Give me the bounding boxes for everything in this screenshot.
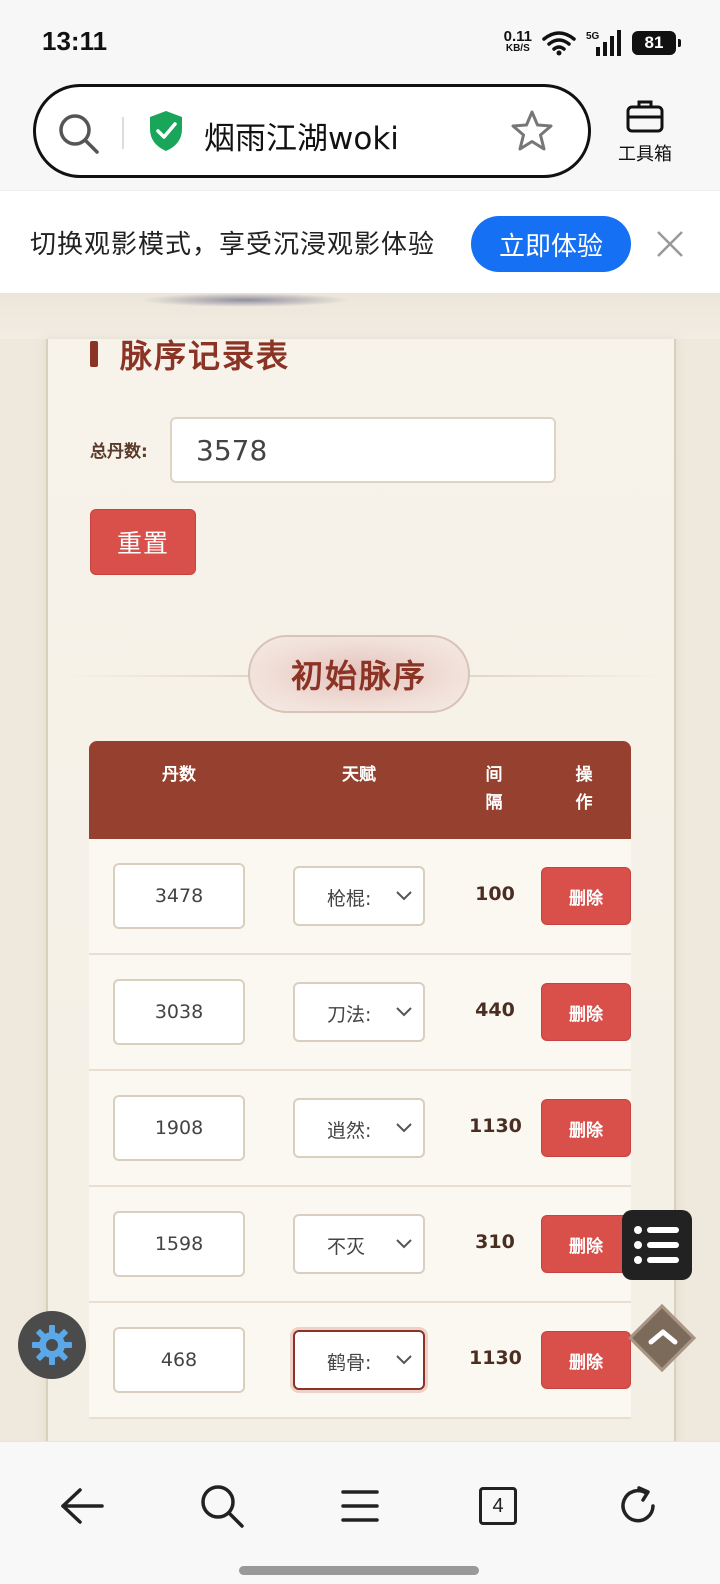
talent-select-value: 不灭 [327, 1236, 366, 1258]
header-dan: 丹数 [162, 765, 196, 785]
page-content: 脉序记录表 总丹数: 重置 初始脉序 丹数 天赋 间隔 操作 3478 枪棍: … [0, 293, 720, 1449]
toolbox-label: 工具箱 [618, 144, 672, 165]
talent-select[interactable]: 逍然: [293, 1098, 425, 1158]
gear-icon [32, 1325, 72, 1365]
dan-input[interactable]: 3478 [113, 863, 245, 929]
ink-decoration [140, 293, 350, 307]
settings-button[interactable] [18, 1311, 86, 1379]
interval-value: 1130 [469, 1115, 522, 1137]
order-table: 丹数 天赋 间隔 操作 3478 枪棍: 100 删除 3038 刀法: 440… [89, 741, 631, 1419]
list-icon [634, 1226, 679, 1264]
table-row: 1908 逍然: 1130 删除 [89, 1071, 631, 1187]
section-title: 脉序记录表 [120, 337, 291, 375]
delete-button[interactable]: 删除 [541, 1331, 631, 1389]
refresh-icon [621, 1486, 655, 1523]
record-card: 脉序记录表 总丹数: 重置 初始脉序 丹数 天赋 间隔 操作 3478 枪棍: … [46, 337, 676, 1449]
signal-5g-icon: 5G [586, 30, 621, 56]
talent-select-value: 枪棍: [327, 888, 372, 910]
chevron-up-icon [648, 1329, 678, 1345]
chevron-down-icon [396, 891, 412, 901]
header-strip [0, 293, 720, 339]
bottom-navigation: 4 [0, 1441, 720, 1584]
menu-button[interactable] [330, 1476, 390, 1536]
status-icons: 0.11 KB/S 5G 81 [503, 28, 681, 58]
header-tian: 天赋 [342, 765, 376, 785]
arrow-left-icon [61, 1488, 104, 1524]
viewing-mode-banner: 切换观影模式，享受沉浸观影体验 立即体验 [0, 190, 720, 293]
interval-value: 1130 [469, 1347, 522, 1369]
reset-button[interactable]: 重置 [90, 509, 196, 575]
table-row: 468 鹤骨: 1130 删除 [89, 1303, 631, 1419]
url-title[interactable]: 烟雨江湖woki [204, 113, 399, 158]
status-bar: 13:11 0.11 KB/S 5G 81 [0, 0, 720, 80]
table-row: 3478 枪棍: 100 删除 [89, 839, 631, 955]
hamburger-icon [341, 1490, 379, 1522]
interval-value: 440 [475, 999, 515, 1021]
dan-input[interactable]: 3038 [113, 979, 245, 1045]
delete-button[interactable]: 删除 [541, 983, 631, 1041]
tabs-count: 4 [479, 1487, 517, 1525]
refresh-button[interactable] [608, 1476, 668, 1536]
star-icon[interactable] [510, 109, 554, 153]
wifi-icon [542, 31, 576, 56]
talent-select[interactable]: 不灭 [293, 1214, 425, 1274]
svg-text:5G: 5G [586, 31, 600, 42]
dan-input[interactable]: 1598 [113, 1211, 245, 1277]
nav-search-button[interactable] [192, 1476, 252, 1536]
interval-value: 100 [475, 883, 515, 905]
header-jian: 间隔 [485, 765, 503, 813]
back-button[interactable] [52, 1476, 112, 1536]
search-icon [201, 1485, 244, 1528]
close-icon[interactable] [655, 229, 685, 259]
talent-select-value: 逍然: [327, 1120, 372, 1142]
table-header: 丹数 天赋 间隔 操作 [89, 741, 631, 839]
total-dan-label: 总丹数: [90, 442, 148, 462]
dan-input[interactable]: 1908 [113, 1095, 245, 1161]
chevron-down-icon [396, 1123, 412, 1133]
browser-toolbar: 烟雨江湖woki 工具箱 [0, 80, 720, 190]
floating-menu-button[interactable] [622, 1210, 692, 1280]
table-row: 3038 刀法: 440 删除 [89, 955, 631, 1071]
tabs-button[interactable]: 4 [468, 1476, 528, 1536]
talent-select-value: 鹤骨: [327, 1352, 372, 1374]
header-cao: 操作 [575, 765, 593, 813]
delete-button[interactable]: 删除 [541, 867, 631, 925]
chevron-down-icon [396, 1007, 412, 1017]
try-now-button[interactable]: 立即体验 [471, 216, 631, 272]
toolbox-icon [626, 100, 664, 133]
talent-select[interactable]: 枪棍: [293, 866, 425, 926]
talent-select[interactable]: 鹤骨: [293, 1330, 425, 1390]
section-marker [90, 341, 98, 367]
initial-order-title: 初始脉序 [248, 635, 470, 713]
delete-button[interactable]: 删除 [541, 1215, 631, 1273]
talent-select-value: 刀法: [327, 1004, 372, 1026]
talent-select[interactable]: 刀法: [293, 982, 425, 1042]
dan-input[interactable]: 468 [113, 1327, 245, 1393]
net-speed: 0.11 KB/S [503, 28, 532, 55]
net-speed-value: 0.11 [503, 28, 532, 45]
net-speed-unit: KB/S [505, 43, 530, 54]
toolbox-button[interactable]: 工具箱 [610, 98, 680, 166]
delete-button[interactable]: 删除 [541, 1099, 631, 1157]
address-bar[interactable]: 烟雨江湖woki [33, 84, 591, 178]
status-time: 13:11 [42, 26, 108, 56]
banner-text: 切换观影模式，享受沉浸观影体验 [30, 230, 436, 260]
interval-value: 310 [475, 1231, 515, 1253]
shield-icon [150, 111, 182, 151]
battery-indicator: 81 [632, 31, 681, 55]
total-dan-input[interactable] [170, 417, 556, 483]
chevron-down-icon [396, 1239, 412, 1249]
search-icon[interactable] [56, 111, 102, 157]
chevron-down-icon [396, 1355, 412, 1365]
table-row: 1598 不灭 310 删除 [89, 1187, 631, 1303]
address-divider [122, 117, 124, 149]
home-indicator [239, 1566, 479, 1575]
